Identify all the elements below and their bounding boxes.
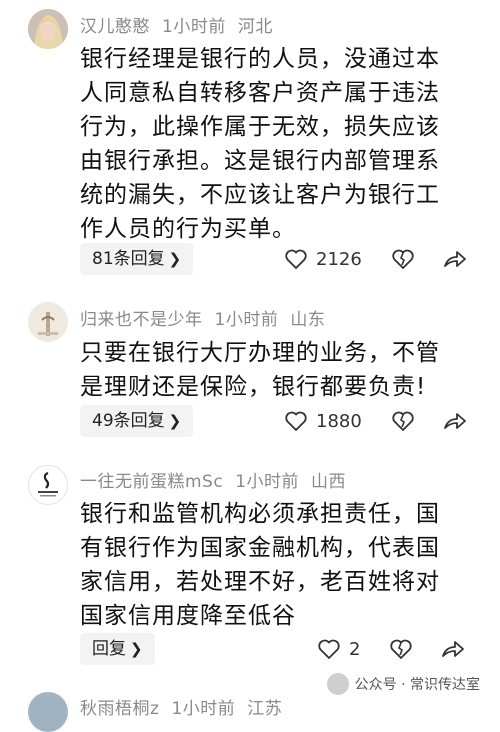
username[interactable]: 汉儿憨憨 xyxy=(80,17,150,37)
like-button[interactable]: 2 xyxy=(317,638,360,660)
comment-line: 有银行作为国家金融机构，代表国 xyxy=(80,535,440,561)
like-button[interactable]: 1880 xyxy=(284,410,362,432)
dislike-button[interactable] xyxy=(390,247,416,271)
comment-text: 银行经理是银行的人员，没通过本 人同意私自转移客户资产属于违法 行为，此操作属于… xyxy=(80,42,470,246)
comment-line: 银行经理是银行的人员，没通过本 xyxy=(80,46,440,72)
username[interactable]: 一往无前蛋糕mSc xyxy=(80,472,223,492)
comment-line: 国家信用度降至低谷 xyxy=(80,603,296,629)
chevron-right-icon: ❯ xyxy=(168,412,182,430)
chevron-right-icon: ❯ xyxy=(130,640,143,658)
heart-icon xyxy=(285,249,307,269)
comment-actions: 2 xyxy=(317,633,466,665)
comment-meta: 一往无前蛋糕mSc 1小时前 山西 xyxy=(80,467,358,492)
dislike-button[interactable] xyxy=(390,409,416,433)
comment-line: 只要在银行大厅办理的业务，不管 xyxy=(80,340,440,366)
comment-line: 统的漏失，不应该让客户为银行工 xyxy=(80,182,440,208)
watermark-text: 公众号 · 常识传达室 xyxy=(354,677,480,693)
time: 1小时前 xyxy=(235,472,300,492)
replies-label: 49条回复 xyxy=(92,411,165,431)
heart-icon xyxy=(285,411,307,431)
like-button[interactable]: 2126 xyxy=(284,248,362,270)
comment-meta: 秋雨梧桐z 1小时前 江苏 xyxy=(80,694,294,719)
avatar-photo xyxy=(28,302,68,342)
comment-line: 作人员的行为买单。 xyxy=(80,216,296,242)
like-count: 2126 xyxy=(316,248,362,270)
comment-line: 银行和监管机构必须承担责任，国 xyxy=(80,501,440,527)
dislike-button[interactable] xyxy=(388,637,414,661)
replies-label: 81条回复 xyxy=(92,249,165,269)
share-button[interactable] xyxy=(442,248,468,270)
location: 江苏 xyxy=(247,699,283,719)
reply-button[interactable]: 回复 ❯ xyxy=(80,633,155,665)
replies-button[interactable]: 49条回复 ❯ xyxy=(80,405,194,437)
avatar[interactable] xyxy=(28,465,68,505)
username[interactable]: 归来也不是少年 xyxy=(80,310,203,330)
username[interactable]: 秋雨梧桐z xyxy=(80,699,159,719)
location: 山西 xyxy=(311,472,347,492)
avatar[interactable] xyxy=(28,9,68,49)
comment-line: 是理财还是保险，银行都要负责! xyxy=(80,374,427,400)
comment-meta: 归来也不是少年 1小时前 山东 xyxy=(80,305,337,330)
avatar[interactable] xyxy=(28,692,68,732)
comment-line: 家信用，若处理不好，老百姓将对 xyxy=(80,569,440,595)
comment-text: 银行和监管机构必须承担责任，国 有银行作为国家金融机构，代表国 家信用，若处理不… xyxy=(80,497,470,633)
like-count: 1880 xyxy=(316,410,362,432)
comment-actions: 2126 xyxy=(284,243,468,275)
share-button[interactable] xyxy=(440,638,466,660)
chevron-right-icon: ❯ xyxy=(168,250,182,268)
avatar-logo xyxy=(29,466,67,504)
like-count: 2 xyxy=(349,638,361,660)
watermark: 公众号 · 常识传达室 xyxy=(322,671,484,697)
comment-actions: 1880 xyxy=(284,405,468,437)
time: 1小时前 xyxy=(171,699,236,719)
avatar[interactable] xyxy=(28,302,68,342)
location: 河北 xyxy=(237,17,273,37)
share-button[interactable] xyxy=(442,410,468,432)
avatar-photo xyxy=(28,9,68,49)
location: 山东 xyxy=(290,310,326,330)
comment-text: 只要在银行大厅办理的业务，不管 是理财还是保险，银行都要负责! xyxy=(80,336,470,404)
comment-line: 由银行承担。这是银行内部管理系 xyxy=(80,148,440,174)
time: 1小时前 xyxy=(162,17,226,37)
replies-button[interactable]: 81条回复 ❯ xyxy=(80,243,194,275)
wechat-logo-icon xyxy=(326,673,349,695)
reply-label: 回复 xyxy=(92,639,126,659)
heart-icon xyxy=(318,639,340,659)
comment-line: 行为，此操作属于无效，损失应该 xyxy=(80,114,440,140)
comment-meta: 汉儿憨憨 1小时前 河北 xyxy=(80,12,285,37)
time: 1小时前 xyxy=(214,310,279,330)
comment-line: 人同意私自转移客户资产属于违法 xyxy=(80,80,440,106)
